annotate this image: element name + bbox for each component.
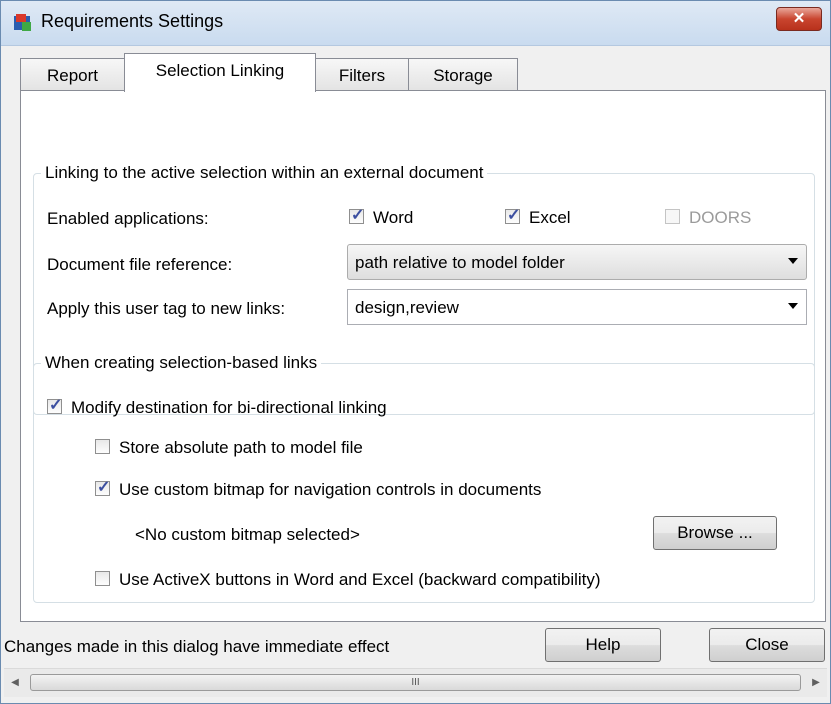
scroll-right-arrow-icon[interactable]: ▶	[805, 669, 827, 697]
tab-storage[interactable]: Storage	[408, 58, 518, 91]
requirements-settings-dialog: Requirements Settings ✕ Report Selection…	[0, 0, 831, 704]
check-mark-icon: ✓	[507, 207, 521, 224]
close-button[interactable]: Close	[709, 628, 825, 662]
store-absolute-path-checkbox[interactable]	[95, 439, 110, 454]
check-mark-icon: ✓	[49, 397, 63, 414]
bitmap-status: <No custom bitmap selected>	[135, 525, 360, 544]
doors-checkbox	[665, 209, 680, 224]
user-tag-value: design,review	[355, 298, 459, 317]
chevron-down-icon	[788, 258, 798, 264]
activex-checkbox[interactable]	[95, 571, 110, 586]
scrollbar-thumb[interactable]: III	[30, 674, 801, 691]
store-absolute-path-label[interactable]: Store absolute path to model file	[119, 438, 363, 458]
tab-panel: Linking to the active selection within a…	[20, 90, 826, 622]
help-button[interactable]: Help	[545, 628, 661, 662]
tab-filters[interactable]: Filters	[315, 58, 409, 91]
scroll-left-arrow-icon[interactable]: ◀	[4, 669, 26, 697]
footer-note: Changes made in this dialog have immedia…	[4, 637, 390, 656]
doc-ref-label: Document file reference:	[47, 255, 233, 274]
modify-destination-checkbox[interactable]: ✓	[47, 397, 62, 414]
user-tag-combo[interactable]: design,review	[347, 289, 807, 325]
excel-checkbox[interactable]: ✓	[505, 207, 520, 224]
doc-ref-value: path relative to model folder	[355, 253, 565, 272]
horizontal-scrollbar[interactable]: ◀ III ▶	[4, 668, 827, 697]
enabled-apps-label: Enabled applications:	[47, 209, 209, 228]
browse-button[interactable]: Browse ...	[653, 516, 777, 550]
window-close-button[interactable]: ✕	[776, 7, 822, 31]
user-tag-label: Apply this user tag to new links:	[47, 299, 286, 318]
word-label[interactable]: Word	[373, 208, 413, 228]
activex-label[interactable]: Use ActiveX buttons in Word and Excel (b…	[119, 570, 601, 590]
word-checkbox[interactable]: ✓	[349, 207, 364, 224]
linking-group-legend: Linking to the active selection within a…	[41, 163, 488, 183]
title-bar[interactable]: Requirements Settings ✕	[1, 1, 830, 46]
check-mark-icon: ✓	[351, 207, 365, 224]
custom-bitmap-checkbox[interactable]: ✓	[95, 479, 110, 496]
check-mark-icon: ✓	[97, 479, 111, 496]
doors-label: DOORS	[689, 208, 752, 227]
chevron-down-icon[interactable]	[788, 303, 798, 309]
app-icon	[14, 14, 31, 31]
window-title: Requirements Settings	[41, 11, 224, 31]
tab-report[interactable]: Report	[20, 58, 125, 91]
tab-selection-linking[interactable]: Selection Linking	[124, 53, 316, 92]
doc-ref-dropdown[interactable]: path relative to model folder	[347, 244, 807, 280]
creating-group-legend: When creating selection-based links	[41, 353, 322, 373]
modify-destination-label[interactable]: Modify destination for bi-directional li…	[71, 398, 387, 418]
custom-bitmap-label[interactable]: Use custom bitmap for navigation control…	[119, 480, 541, 500]
excel-label[interactable]: Excel	[529, 208, 571, 228]
